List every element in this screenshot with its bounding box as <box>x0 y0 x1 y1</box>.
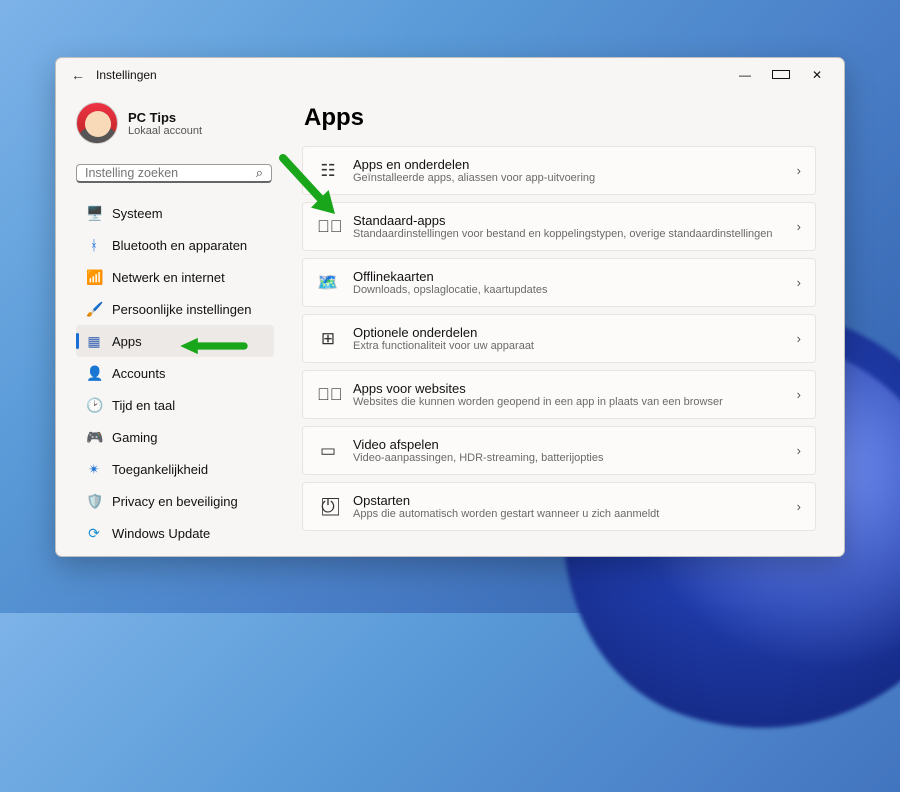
card-offlinekaarten-subtitle: Downloads, opslaglocatie, kaartupdates <box>353 284 783 296</box>
close-button[interactable]: ✕ <box>808 68 826 82</box>
sidebar-item-tijd-taal[interactable]: 🕑 Tijd en taal <box>76 389 274 421</box>
card-standaard-apps-title: Standaard-apps <box>353 213 783 228</box>
search-input[interactable] <box>85 166 256 180</box>
sidebar-item-gaming-label: Gaming <box>112 430 158 445</box>
sidebar-item-privacy-label: Privacy en beveiliging <box>112 494 238 509</box>
search-icon: ⌕ <box>256 165 263 181</box>
page-title: Apps <box>304 104 816 132</box>
card-apps-onderdelen-title: Apps en onderdelen <box>353 157 783 172</box>
user-subtitle: Lokaal account <box>128 125 202 137</box>
sidebar-item-personalisatie[interactable]: 🖌️ Persoonlijke instellingen <box>76 293 274 325</box>
sidebar-item-netwerk-label: Netwerk en internet <box>112 270 225 285</box>
sidebar-item-tijd-taal-icon: 🕑 <box>86 397 102 414</box>
card-offlinekaarten-icon: 🗺️ <box>317 273 339 293</box>
card-optionele-onderdelen-subtitle: Extra functionaliteit voor uw apparaat <box>353 340 783 352</box>
card-video-afspelen[interactable]: ▭ Video afspelenVideo-aanpassingen, HDR-s… <box>302 426 816 475</box>
card-optionele-onderdelen-title: Optionele onderdelen <box>353 325 783 340</box>
sidebar-item-toegankelijkheid[interactable]: ✴ Toegankelijkheid <box>76 453 274 485</box>
avatar <box>76 102 118 144</box>
sidebar-item-bluetooth-icon: ᚼ <box>86 237 102 253</box>
sidebar-item-toegankelijkheid-icon: ✴ <box>86 461 102 478</box>
back-button[interactable]: ← <box>64 67 92 83</box>
sidebar-item-accounts-icon: 👤 <box>86 365 102 382</box>
chevron-right-icon: › <box>797 387 801 402</box>
chevron-right-icon: › <box>797 275 801 290</box>
maximize-button[interactable] <box>772 68 790 82</box>
user-block[interactable]: PC Tips Lokaal account <box>76 102 274 144</box>
sidebar-item-apps[interactable]: ▦ Apps <box>76 325 274 357</box>
card-apps-onderdelen-subtitle: Geïnstalleerde apps, aliassen voor app-u… <box>353 172 783 184</box>
window-title: Instellingen <box>96 68 157 82</box>
sidebar-item-personalisatie-icon: 🖌️ <box>86 301 102 318</box>
sidebar-item-accounts[interactable]: 👤 Accounts <box>76 357 274 389</box>
settings-card-list: ☷ Apps en onderdelenGeïnstalleerde apps, … <box>302 146 816 531</box>
sidebar-item-apps-icon: ▦ <box>86 333 102 350</box>
card-optionele-onderdelen-icon: ⊞ <box>317 329 339 349</box>
card-opstarten-icon: ⏻⃞ <box>317 497 339 517</box>
card-apps-websites-subtitle: Websites die kunnen worden geopend in ee… <box>353 396 783 408</box>
window-controls: — ✕ <box>736 68 836 82</box>
chevron-right-icon: › <box>797 219 801 234</box>
card-opstarten-title: Opstarten <box>353 493 783 508</box>
sidebar-item-update-label: Windows Update <box>112 526 210 541</box>
sidebar-item-systeem[interactable]: 🖥️ Systeem <box>76 197 274 229</box>
sidebar-item-bluetooth[interactable]: ᚼ Bluetooth en apparaten <box>76 229 274 261</box>
chevron-right-icon: › <box>797 163 801 178</box>
card-offlinekaarten-title: Offlinekaarten <box>353 269 783 284</box>
sidebar-item-tijd-taal-label: Tijd en taal <box>112 398 175 413</box>
sidebar-item-systeem-label: Systeem <box>112 206 163 221</box>
sidebar-item-accounts-label: Accounts <box>112 366 165 381</box>
sidebar-item-personalisatie-label: Persoonlijke instellingen <box>112 302 251 317</box>
sidebar-item-update[interactable]: ⟳ Windows Update <box>76 517 274 549</box>
settings-window: ← Instellingen — ✕ PC Tips Lokaal accoun… <box>55 57 845 557</box>
card-offlinekaarten[interactable]: 🗺️ OfflinekaartenDownloads, opslaglocatie… <box>302 258 816 307</box>
chevron-right-icon: › <box>797 443 801 458</box>
main-pane: Apps ☷ Apps en onderdelenGeïnstalleerde a… <box>284 92 844 556</box>
card-video-afspelen-subtitle: Video-aanpassingen, HDR-streaming, batte… <box>353 452 783 464</box>
chevron-right-icon: › <box>797 331 801 346</box>
sidebar-item-apps-label: Apps <box>112 334 142 349</box>
sidebar-item-gaming-icon: 🎮 <box>86 429 102 446</box>
sidebar-item-privacy-icon: 🛡️ <box>86 493 102 510</box>
minimize-button[interactable]: — <box>736 68 754 82</box>
sidebar-item-toegankelijkheid-label: Toegankelijkheid <box>112 462 208 477</box>
nav-list: 🖥️ Systeem ᚼ Bluetooth en apparaten 📶 Netwerk… <box>76 197 274 549</box>
sidebar-item-netwerk-icon: 📶 <box>86 269 102 286</box>
card-opstarten[interactable]: ⏻⃞ OpstartenApps die automatisch worden g… <box>302 482 816 531</box>
card-apps-websites-title: Apps voor websites <box>353 381 783 396</box>
chevron-right-icon: › <box>797 499 801 514</box>
card-standaard-apps[interactable]: ✔⃞ Standaard-appsStandaardinstellingen vo… <box>302 202 816 251</box>
card-apps-websites-icon: ↗⃞ <box>317 385 339 405</box>
card-optionele-onderdelen[interactable]: ⊞ Optionele onderdelenExtra functionalite… <box>302 314 816 363</box>
card-opstarten-subtitle: Apps die automatisch worden gestart wann… <box>353 508 783 520</box>
search-field[interactable]: ⌕ <box>76 164 272 183</box>
user-name: PC Tips <box>128 110 202 125</box>
card-apps-onderdelen[interactable]: ☷ Apps en onderdelenGeïnstalleerde apps, … <box>302 146 816 195</box>
card-apps-onderdelen-icon: ☷ <box>317 161 339 181</box>
sidebar-item-privacy[interactable]: 🛡️ Privacy en beveiliging <box>76 485 274 517</box>
sidebar-item-gaming[interactable]: 🎮 Gaming <box>76 421 274 453</box>
titlebar: ← Instellingen — ✕ <box>56 58 844 92</box>
sidebar-item-bluetooth-label: Bluetooth en apparaten <box>112 238 247 253</box>
sidebar: PC Tips Lokaal account ⌕ 🖥️ Systeem ᚼ Bluet… <box>56 92 284 556</box>
card-standaard-apps-icon: ✔⃞ <box>317 217 339 237</box>
card-video-afspelen-icon: ▭ <box>317 441 339 461</box>
card-video-afspelen-title: Video afspelen <box>353 437 783 452</box>
sidebar-item-update-icon: ⟳ <box>86 525 102 542</box>
sidebar-item-systeem-icon: 🖥️ <box>86 205 102 222</box>
card-standaard-apps-subtitle: Standaardinstellingen voor bestand en ko… <box>353 228 783 240</box>
sidebar-item-netwerk[interactable]: 📶 Netwerk en internet <box>76 261 274 293</box>
card-apps-websites[interactable]: ↗⃞ Apps voor websitesWebsites die kunnen … <box>302 370 816 419</box>
